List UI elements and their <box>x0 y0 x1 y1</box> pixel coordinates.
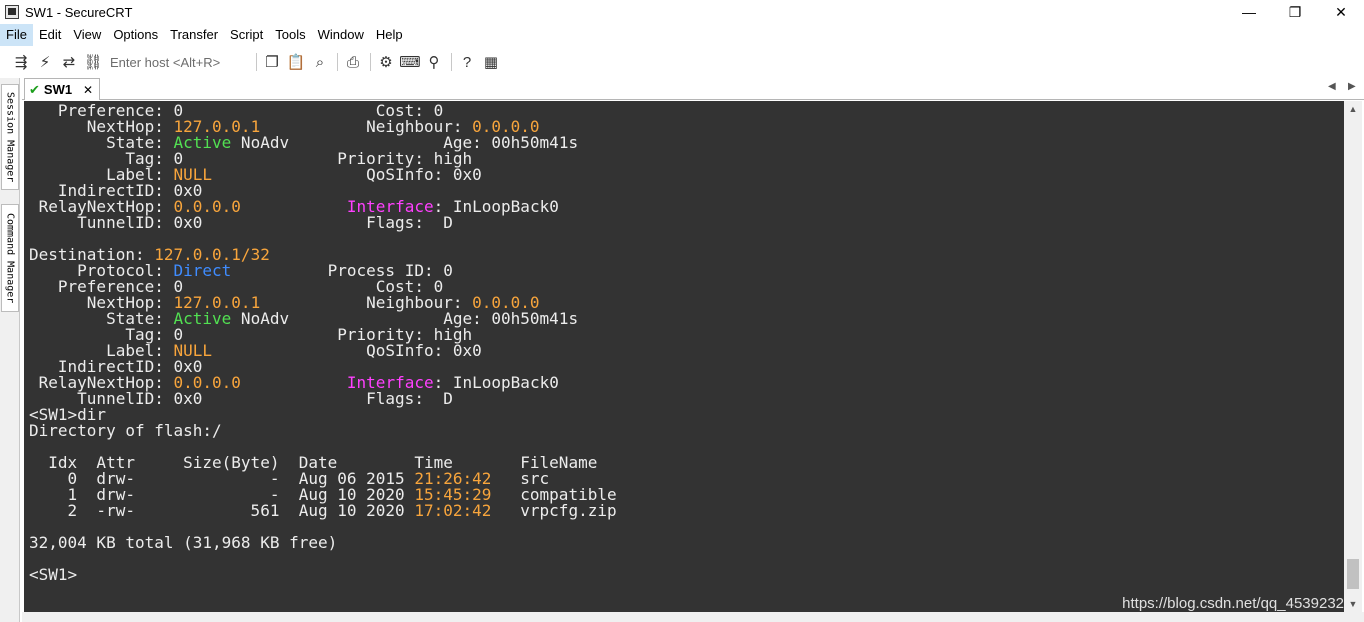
tab-scroll-left-icon[interactable]: ◀ <box>1328 81 1336 92</box>
toolbar-separator <box>451 53 452 71</box>
copy-icon[interactable]: ❐ <box>261 51 283 73</box>
menu-view[interactable]: View <box>67 24 107 46</box>
session-manager-label: Session Manager <box>4 91 16 183</box>
bottom-border <box>22 612 1364 622</box>
restore-button[interactable]: ❐ <box>1272 0 1318 24</box>
command-manager-tab[interactable]: Command Manager <box>1 204 19 312</box>
tab-scroll-right-icon[interactable]: ▶ <box>1348 81 1356 92</box>
terminal-line: 2 -rw- 561 Aug 10 2020 17:02:42 vrpcfg.z… <box>29 503 1344 519</box>
session-manager-tab[interactable]: Session Manager <box>1 84 19 190</box>
menu-file[interactable]: File <box>0 24 33 46</box>
enter-host-input[interactable] <box>106 52 252 72</box>
keymap-icon[interactable]: ⌨ <box>399 51 421 73</box>
help-icon[interactable]: ? <box>456 51 478 73</box>
toolbar-separator <box>256 53 257 71</box>
terminal-text: <SW1> <box>29 565 78 584</box>
terminal-line: Directory of flash:/ <box>29 423 1344 439</box>
toolbar-separator <box>337 53 338 71</box>
terminal-scrollbar[interactable]: ▲ ▼ <box>1344 101 1362 612</box>
print-icon[interactable]: ⎙ <box>342 51 364 73</box>
terminal-line: Label: NULL QoSInfo: 0x0 <box>29 167 1344 183</box>
toolbar: ⇶ ⚡ ⇄ ⛓ ❐ 📋 ⌕ ⎙ ⚙ ⌨ ⚲ ? ▦ <box>0 48 1364 76</box>
terminal-text: 17:02:42 <box>414 501 492 520</box>
terminal-line: 32,004 KB total (31,968 KB free) <box>29 535 1344 551</box>
disconnect-icon[interactable]: ⛓ <box>82 51 104 73</box>
connect-icon[interactable]: ⇶ <box>10 51 32 73</box>
session-tab-sw1[interactable]: ✔ SW1 ✕ <box>24 78 100 100</box>
menu-window[interactable]: Window <box>312 24 370 46</box>
terminal-line: TunnelID: 0x0 Flags: D <box>29 215 1344 231</box>
menu-options[interactable]: Options <box>107 24 164 46</box>
session-tab-strip: ✔ SW1 ✕ ◀ ▶ <box>22 78 1364 100</box>
reconnect-icon[interactable]: ⇄ <box>58 51 80 73</box>
terminal-text: vrpcfg.zip <box>491 501 617 520</box>
securecrt-app-icon <box>5 5 19 19</box>
window-controls: — ❐ ✕ <box>1226 0 1364 24</box>
terminal-text: QoSInfo: 0x0 <box>212 341 482 360</box>
command-manager-label: Command Manager <box>4 212 16 304</box>
blog-watermark: https://blog.csdn.net/qq_4539232 <box>1122 595 1344 612</box>
scroll-thumb[interactable] <box>1347 559 1359 589</box>
close-tab-icon[interactable]: ✕ <box>83 83 93 97</box>
window-title: SW1 - SecureCRT <box>25 4 133 20</box>
menu-help[interactable]: Help <box>370 24 409 46</box>
menu-edit[interactable]: Edit <box>33 24 67 46</box>
sftp-icon[interactable]: ⚲ <box>423 51 445 73</box>
find-icon[interactable]: ⌕ <box>309 51 331 73</box>
title-bar: SW1 - SecureCRT — ❐ ✕ <box>0 0 1364 24</box>
terminal-text: 2 -rw- 561 Aug 10 2020 <box>29 501 415 520</box>
terminal-line: TunnelID: 0x0 Flags: D <box>29 391 1344 407</box>
terminal-output[interactable]: Preference: 0 Cost: 0 NextHop: 127.0.0.1… <box>24 101 1344 612</box>
paste-icon[interactable]: 📋 <box>285 51 307 73</box>
terminal-line: <SW1> <box>29 567 1344 583</box>
terminal-text: QoSInfo: 0x0 <box>212 165 482 184</box>
script-icon[interactable]: ▦ <box>480 51 502 73</box>
menu-script[interactable]: Script <box>224 24 269 46</box>
menu-bar: File Edit View Options Transfer Script T… <box>0 24 1364 46</box>
settings-icon[interactable]: ⚙ <box>375 51 397 73</box>
terminal-text: Directory of flash:/ <box>29 421 222 440</box>
quick-connect-icon[interactable]: ⚡ <box>34 51 56 73</box>
scroll-down-icon[interactable]: ▼ <box>1344 596 1362 612</box>
menu-transfer[interactable]: Transfer <box>164 24 224 46</box>
menu-tools[interactable]: Tools <box>269 24 311 46</box>
terminal-text: 32,004 KB total (31,968 KB free) <box>29 533 338 552</box>
terminal-line: Label: NULL QoSInfo: 0x0 <box>29 343 1344 359</box>
session-tab-label: SW1 <box>43 82 73 97</box>
terminal-line: <SW1>dir <box>29 407 1344 423</box>
close-window-button[interactable]: ✕ <box>1318 0 1364 24</box>
minimize-button[interactable]: — <box>1226 0 1272 24</box>
terminal-text: TunnelID: 0x0 Flags: D <box>29 213 453 232</box>
toolbar-separator <box>370 53 371 71</box>
scroll-up-icon[interactable]: ▲ <box>1344 101 1362 117</box>
connected-check-icon: ✔ <box>29 81 40 97</box>
side-panel: Session Manager Command Manager <box>0 78 20 622</box>
